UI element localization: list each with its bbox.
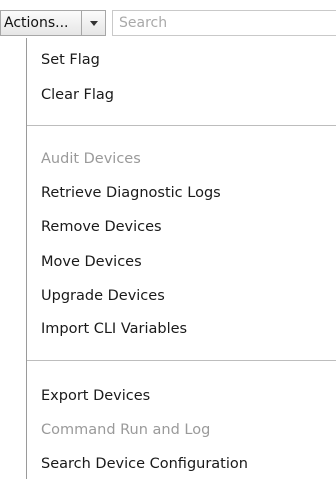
actions-menu-screen: Actions... Set Flag Clear Flag Audit Dev…	[0, 0, 336, 479]
menu-item-import-cli-variables[interactable]: Import CLI Variables	[41, 320, 187, 338]
menu-item-retrieve-diagnostic-logs[interactable]: Retrieve Diagnostic Logs	[41, 184, 221, 202]
menu-item-command-run-and-log: Command Run and Log	[41, 422, 211, 438]
actions-dropdown-menu: Set Flag Clear Flag Audit Devices Retrie…	[26, 38, 336, 479]
menu-item-upgrade-devices[interactable]: Upgrade Devices	[41, 287, 165, 305]
menu-item-clear-flag[interactable]: Clear Flag	[41, 86, 114, 104]
menu-item-export-devices[interactable]: Export Devices	[41, 387, 150, 405]
actions-dropdown-toggle[interactable]	[82, 11, 105, 35]
toolbar: Actions...	[0, 0, 336, 40]
menu-item-set-flag[interactable]: Set Flag	[41, 51, 100, 69]
menu-separator	[27, 125, 336, 126]
menu-item-audit-devices: Audit Devices	[41, 151, 141, 167]
menu-item-search-device-configuration[interactable]: Search Device Configuration	[41, 455, 248, 473]
menu-separator	[27, 360, 336, 361]
search-input[interactable]	[112, 10, 336, 36]
actions-button-label[interactable]: Actions...	[1, 11, 82, 35]
chevron-down-icon	[89, 20, 98, 26]
menu-item-remove-devices[interactable]: Remove Devices	[41, 218, 162, 236]
menu-item-move-devices[interactable]: Move Devices	[41, 253, 142, 271]
actions-split-button[interactable]: Actions...	[0, 10, 106, 36]
